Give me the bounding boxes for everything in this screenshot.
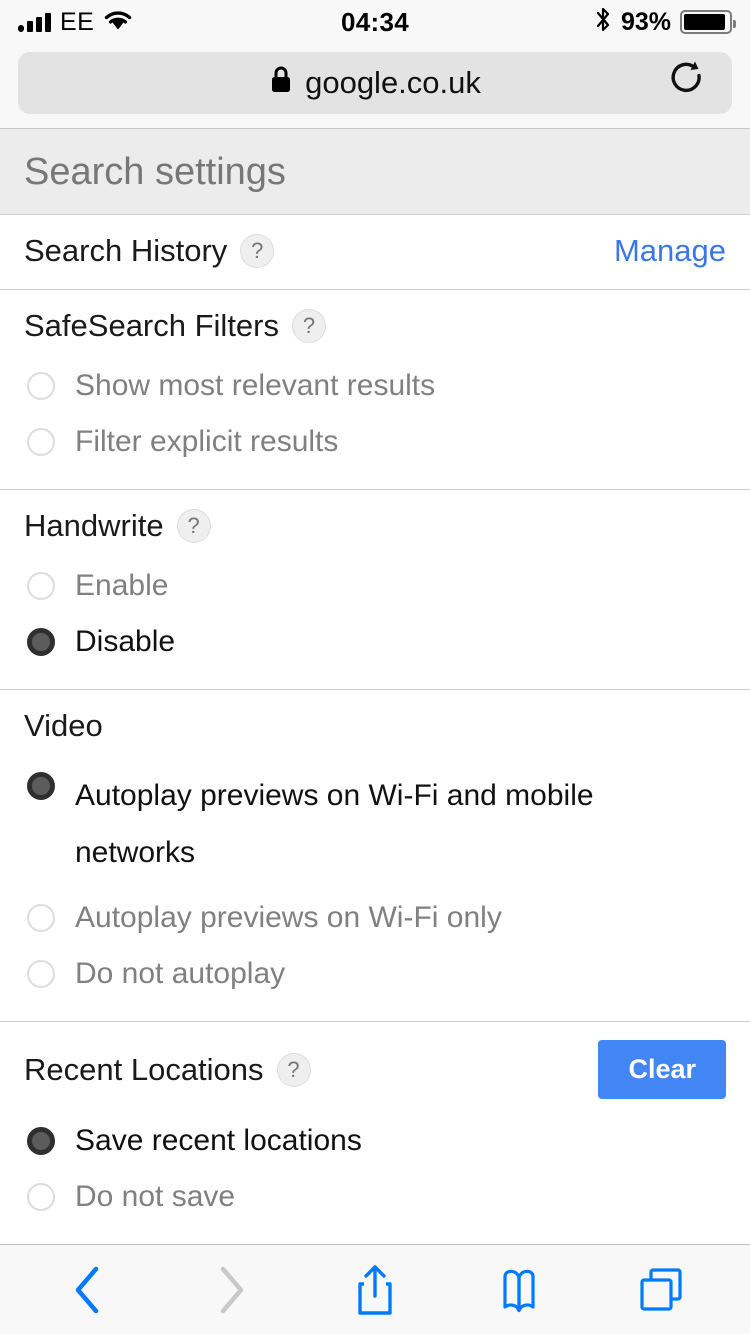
clock-label: 04:34 [341,6,409,37]
radio-label: Do not autoplay [75,956,286,990]
share-icon[interactable] [330,1255,420,1325]
radio-label: Show most relevant results [75,369,436,402]
radio-label: Filter explicit results [75,424,339,458]
section-search-history: Search History ? Manage [0,215,750,290]
radio-group: Save recent locations Do not save [24,1113,726,1224]
status-bar: EE 04:34 93% [0,0,750,44]
section-header: Video [24,708,726,744]
radio-label: Enable [75,569,169,602]
section-handwrite: Handwrite ? Enable Disable [0,490,750,690]
radio-label: Do not save [75,1179,236,1213]
section-title: Search History [24,233,228,268]
help-icon[interactable]: ? [240,234,275,268]
radio-circle-icon[interactable] [27,427,55,456]
radio-option[interactable]: Do not save [24,1169,726,1225]
safari-mobile-window: EE 04:34 93% google.co.uk Search setting… [0,0,750,1334]
browser-address-bar-area: google.co.uk [0,44,750,129]
radio-label: Autoplay previews on Wi-Fi and mobile ne… [75,779,594,869]
radio-group: Show most relevant results Filter explic… [24,358,726,469]
battery-icon [680,10,736,34]
radio-circle-icon[interactable] [27,772,55,800]
radio-option-selected[interactable]: Disable [24,614,726,670]
section-header: Handwrite ? [24,508,726,544]
section-recent-locations: Recent Locations ? Clear Save recent loc… [0,1022,750,1244]
radio-circle-icon[interactable] [27,1182,55,1211]
clear-button[interactable]: Clear [598,1040,726,1099]
url-text-label: google.co.uk [305,65,481,100]
radio-option-selected[interactable]: Save recent locations [24,1113,726,1169]
section-title: SafeSearch Filters [24,308,279,343]
radio-group: Autoplay previews on Wi-Fi and mobile ne… [24,758,726,1001]
forward-chevron-icon [186,1255,276,1325]
radio-label: Disable [75,624,176,658]
radio-group: Enable Disable [24,558,726,669]
section-header: Search History ? Manage [24,233,726,269]
radio-option[interactable]: Enable [24,558,726,614]
section-title: Video [24,708,103,743]
help-icon[interactable]: ? [176,509,211,543]
section-safesearch-filters: SafeSearch Filters ? Show most relevant … [0,290,750,490]
radio-label: Save recent locations [75,1124,362,1157]
back-chevron-icon[interactable] [43,1255,133,1325]
radio-option[interactable]: Autoplay previews on Wi-Fi only [24,890,726,946]
browser-bottom-toolbar [0,1244,750,1334]
radio-circle-icon[interactable] [27,904,55,932]
lock-icon [269,64,293,102]
radio-option[interactable]: Do not autoplay [24,946,726,1002]
tabs-icon[interactable] [617,1255,707,1325]
radio-circle-icon[interactable] [27,1127,55,1155]
radio-circle-icon[interactable] [27,627,55,656]
section-header: Recent Locations ? Clear [24,1040,726,1099]
section-header: SafeSearch Filters ? [24,308,726,344]
help-icon[interactable]: ? [276,1052,311,1087]
radio-option-selected[interactable]: Autoplay previews on Wi-Fi and mobile ne… [24,758,726,890]
address-bar[interactable]: google.co.uk [18,52,732,114]
reload-icon[interactable] [668,60,708,107]
manage-link[interactable]: Manage [614,233,726,269]
url-display[interactable]: google.co.uk [269,64,481,102]
radio-option[interactable]: Filter explicit results [24,414,726,470]
bookmarks-book-icon[interactable] [474,1255,564,1325]
radio-circle-icon[interactable] [27,372,55,400]
section-video: Video Autoplay previews on Wi-Fi and mob… [0,690,750,1022]
radio-label: Autoplay previews on Wi-Fi only [75,901,502,934]
help-icon[interactable]: ? [292,309,326,343]
web-page-content: Search settings Search History ? Manage … [0,129,750,1244]
page-title: Search settings [0,129,750,215]
section-title: Handwrite [24,508,164,543]
section-title: Recent Locations [24,1051,264,1087]
radio-circle-icon[interactable] [27,572,55,600]
radio-option[interactable]: Show most relevant results [24,358,726,414]
radio-circle-icon[interactable] [27,959,55,988]
